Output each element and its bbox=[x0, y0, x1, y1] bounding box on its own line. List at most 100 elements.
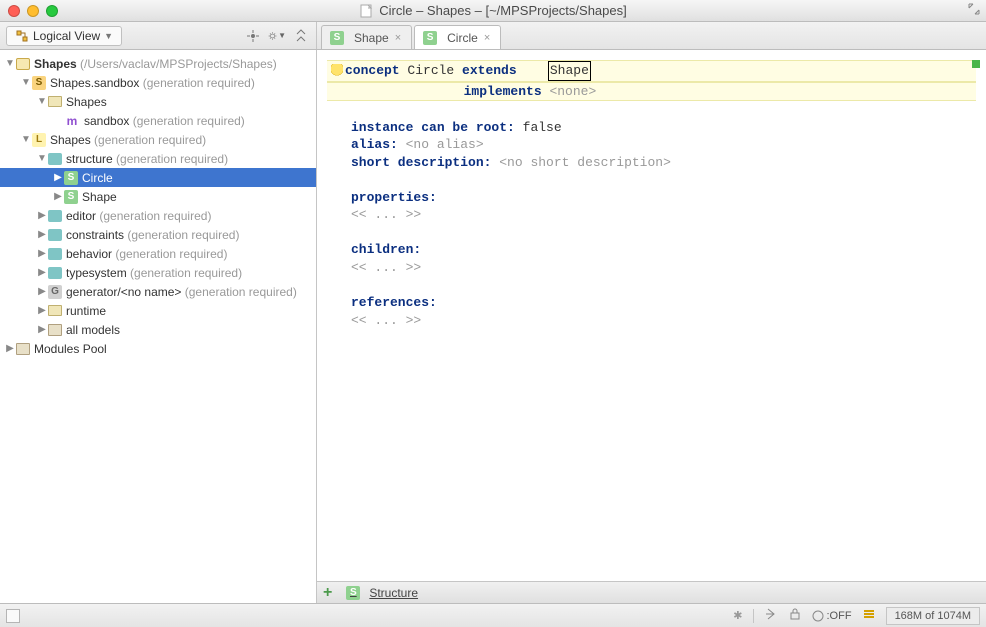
separator bbox=[753, 609, 754, 623]
concept-editor[interactable]: concept Circle extends Shape implements … bbox=[317, 50, 986, 581]
collapse-all-button[interactable] bbox=[292, 27, 310, 45]
zoom-window-icon[interactable] bbox=[46, 5, 58, 17]
expand-icon[interactable]: ▼ bbox=[4, 58, 16, 69]
tab-circle[interactable]: S Circle × bbox=[414, 25, 501, 49]
expand-icon[interactable]: ▶ bbox=[36, 267, 48, 278]
models-icon bbox=[48, 324, 62, 336]
kw-concept: concept bbox=[345, 63, 400, 78]
tree-node-sandbox-model[interactable]: m sandbox (generation required) bbox=[0, 111, 316, 130]
tree-node-generator[interactable]: ▶ G generator/<no name> (generation requ… bbox=[0, 282, 316, 301]
tree-label: Shapes.sandbox (generation required) bbox=[50, 76, 255, 90]
implements-value[interactable]: <none> bbox=[549, 84, 596, 99]
tree-label: runtime bbox=[66, 304, 106, 318]
editor-panel: concept Circle extends Shape implements … bbox=[317, 50, 986, 603]
goto-icon[interactable] bbox=[764, 607, 778, 624]
lock-icon[interactable] bbox=[788, 607, 802, 624]
expand-icon[interactable]: ▶ bbox=[36, 248, 48, 259]
tree-node-constraints[interactable]: ▶ constraints (generation required) bbox=[0, 225, 316, 244]
expand-icon[interactable]: ▼ bbox=[20, 134, 32, 145]
expand-icon[interactable]: ▼ bbox=[20, 77, 32, 88]
project-icon bbox=[16, 58, 30, 70]
tab-shape[interactable]: S Shape × bbox=[321, 25, 412, 49]
tree-node-sandbox-solution[interactable]: ▼ S Shapes.sandbox (generation required) bbox=[0, 73, 316, 92]
tree-label: Shapes bbox=[66, 95, 107, 109]
value-instance-root[interactable]: false bbox=[523, 120, 562, 135]
tree-node-editor[interactable]: ▶ editor (generation required) bbox=[0, 206, 316, 225]
aspect-icon bbox=[48, 210, 62, 222]
tree-node-shape[interactable]: ▶ S Shape bbox=[0, 187, 316, 206]
tool-window-button[interactable] bbox=[6, 609, 20, 623]
value-short-desc[interactable]: <no short description> bbox=[499, 155, 671, 170]
tab-label: Circle bbox=[447, 31, 478, 45]
status-ok-icon bbox=[972, 60, 980, 68]
view-selector[interactable]: Logical View ▼ bbox=[6, 26, 122, 46]
expand-icon[interactable]: ▶ bbox=[4, 343, 16, 354]
references-placeholder[interactable]: << ... >> bbox=[351, 313, 421, 328]
tree-label: all models bbox=[66, 323, 120, 337]
tree-label: Shapes (generation required) bbox=[50, 133, 206, 147]
tree-label: constraints (generation required) bbox=[66, 228, 239, 242]
label-alias: alias: bbox=[351, 137, 398, 152]
insert-mode-indicator[interactable]: :OFF bbox=[812, 610, 852, 622]
aspect-icon bbox=[48, 248, 62, 260]
scroll-from-source-button[interactable] bbox=[244, 27, 262, 45]
extends-value[interactable]: Shape bbox=[548, 61, 591, 81]
progress-spinner-icon: ✱ bbox=[733, 609, 742, 622]
tree-node-all-models[interactable]: ▶ all models bbox=[0, 320, 316, 339]
inspector-icon[interactable] bbox=[862, 607, 876, 624]
memory-indicator[interactable]: 168M of 1074M bbox=[886, 607, 980, 625]
concept-name[interactable]: Circle bbox=[407, 63, 454, 78]
minimize-window-icon[interactable] bbox=[27, 5, 39, 17]
window-controls bbox=[8, 5, 58, 17]
expand-icon[interactable]: ▶ bbox=[36, 324, 48, 335]
tree-label: Shapes (/Users/vaclav/MPSProjects/Shapes… bbox=[34, 57, 277, 71]
properties-placeholder[interactable]: << ... >> bbox=[351, 207, 421, 222]
expand-icon[interactable]: ▼ bbox=[36, 96, 48, 107]
bottom-tab-label: Structure bbox=[369, 586, 418, 600]
expand-icon[interactable]: ▼ bbox=[36, 153, 48, 164]
expand-icon[interactable]: ▶ bbox=[52, 172, 64, 183]
concept-icon: S bbox=[64, 190, 78, 204]
tree-node-language[interactable]: ▼ L Shapes (generation required) bbox=[0, 130, 316, 149]
kw-extends: extends bbox=[462, 63, 517, 78]
label-instance-root: instance can be root: bbox=[351, 120, 515, 135]
tree-node-runtime[interactable]: ▶ runtime bbox=[0, 301, 316, 320]
close-icon[interactable]: × bbox=[484, 32, 490, 44]
concept-icon: S bbox=[423, 31, 437, 45]
aspect-icon bbox=[48, 153, 62, 165]
tree-label: generator/<no name> (generation required… bbox=[66, 285, 297, 299]
tree-node-structure[interactable]: ▼ structure (generation required) bbox=[0, 149, 316, 168]
tree-root[interactable]: ▼ Shapes (/Users/vaclav/MPSProjects/Shap… bbox=[0, 54, 316, 73]
expand-icon[interactable]: ▶ bbox=[52, 191, 64, 202]
expand-icon[interactable]: ▶ bbox=[36, 229, 48, 240]
value-alias[interactable]: <no alias> bbox=[406, 137, 484, 152]
intention-bulb-icon[interactable] bbox=[331, 64, 343, 78]
chevron-down-icon: ▼ bbox=[278, 31, 286, 40]
settings-button[interactable]: ▼ bbox=[268, 27, 286, 45]
add-aspect-button[interactable]: + bbox=[323, 584, 332, 602]
expand-icon[interactable]: ▶ bbox=[36, 286, 48, 297]
close-icon[interactable]: × bbox=[395, 32, 401, 44]
tree-node-circle[interactable]: ▶ S Circle bbox=[0, 168, 316, 187]
kw-implements: implements bbox=[464, 84, 542, 99]
bottom-tab-structure[interactable]: S Structure bbox=[340, 584, 424, 602]
tree-label: sandbox (generation required) bbox=[84, 114, 245, 128]
expand-icon[interactable]: ▶ bbox=[36, 305, 48, 316]
editor-bottom-bar: + S Structure bbox=[317, 581, 986, 603]
tab-label: Shape bbox=[354, 31, 389, 45]
close-window-icon[interactable] bbox=[8, 5, 20, 17]
main-toolbar: Logical View ▼ ▼ S Shape × S Circle × bbox=[0, 22, 986, 50]
project-tree[interactable]: ▼ Shapes (/Users/vaclav/MPSProjects/Shap… bbox=[0, 50, 317, 603]
tree-node-modules-pool[interactable]: ▶ Modules Pool bbox=[0, 339, 316, 358]
folder-icon bbox=[48, 305, 62, 316]
logical-view-icon bbox=[15, 29, 29, 43]
children-placeholder[interactable]: << ... >> bbox=[351, 260, 421, 275]
tree-node-typesystem[interactable]: ▶ typesystem (generation required) bbox=[0, 263, 316, 282]
expand-icon[interactable] bbox=[968, 3, 980, 18]
tree-node-behavior[interactable]: ▶ behavior (generation required) bbox=[0, 244, 316, 263]
expand-icon[interactable]: ▶ bbox=[36, 210, 48, 221]
tree-node-shapes-folder[interactable]: ▼ Shapes bbox=[0, 92, 316, 111]
section-references: references: bbox=[351, 295, 437, 310]
solution-icon: S bbox=[32, 76, 46, 90]
project-toolbar: Logical View ▼ ▼ bbox=[0, 22, 317, 49]
